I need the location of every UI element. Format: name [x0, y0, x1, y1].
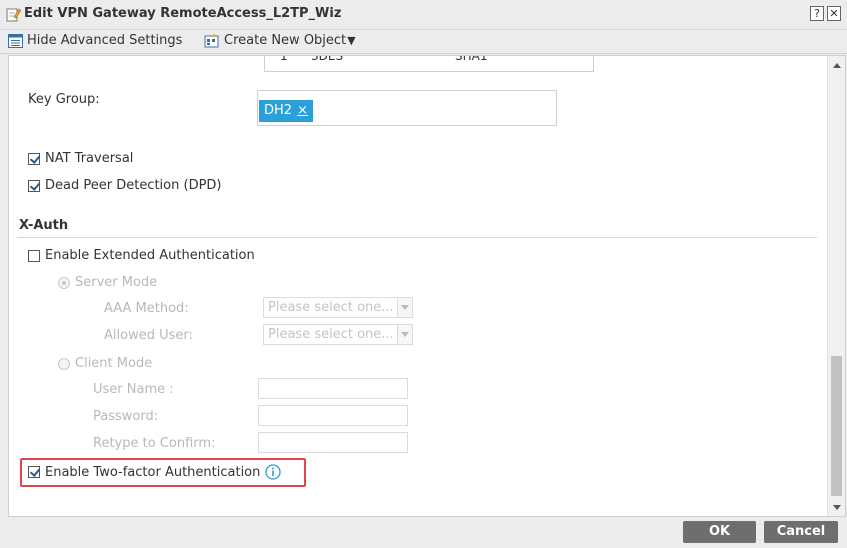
section-divider	[17, 237, 817, 238]
client-mode-radio[interactable]	[58, 357, 70, 370]
aaa-method-placeholder: Please select one...	[268, 300, 394, 315]
enable-ext-auth-row: Enable Extended Authentication	[28, 248, 255, 263]
nat-traversal-checkbox[interactable]	[28, 152, 40, 165]
allowed-user-placeholder: Please select one...	[268, 327, 394, 342]
help-button[interactable]: ?	[810, 6, 824, 21]
allowed-user-label: Allowed User:	[104, 328, 193, 343]
toolbar: Hide Advanced Settings Create New Object…	[0, 30, 847, 54]
password-label: Password:	[93, 409, 159, 424]
cancel-button[interactable]: Cancel	[764, 521, 838, 543]
chevron-down-icon	[397, 325, 412, 344]
key-group-tag[interactable]: DH2 ×	[259, 100, 313, 122]
user-name-label: User Name :	[93, 382, 174, 397]
ok-button[interactable]: OK	[683, 521, 756, 543]
nat-traversal-row: NAT Traversal	[28, 151, 133, 166]
window-titlebar: Edit VPN Gateway RemoteAccess_L2TP_Wiz ?…	[0, 0, 847, 30]
scroll-down-icon[interactable]	[828, 498, 845, 516]
chevron-down-icon	[397, 298, 412, 317]
create-new-object-menu[interactable]: Create New Object ▼	[204, 33, 356, 48]
retype-confirm-input[interactable]	[258, 432, 408, 453]
two-factor-checkbox[interactable]	[28, 466, 40, 478]
window-title: Edit VPN Gateway RemoteAccess_L2TP_Wiz	[24, 6, 342, 21]
enable-ext-auth-label: Enable Extended Authentication	[45, 248, 255, 263]
enable-ext-auth-checkbox[interactable]	[28, 249, 40, 262]
vertical-scrollbar[interactable]	[827, 56, 845, 516]
dpd-checkbox[interactable]	[28, 179, 40, 192]
info-icon[interactable]	[265, 464, 282, 480]
client-mode-label: Client Mode	[75, 356, 153, 371]
settings-panel: 1 3DES SHA1 Key Group: DH2 × NAT Traversa…	[8, 55, 846, 517]
two-factor-row: Enable Two-factor Authentication	[28, 464, 282, 480]
key-group-tag-label: DH2	[264, 103, 293, 118]
proposal-authentication: SHA1	[455, 55, 488, 63]
aaa-method-select[interactable]: Please select one...	[263, 297, 413, 318]
dpd-label: Dead Peer Detection (DPD)	[45, 178, 222, 193]
user-name-input[interactable]	[258, 378, 408, 399]
hide-advanced-settings-button[interactable]: Hide Advanced Settings	[8, 33, 182, 48]
server-mode-radio[interactable]	[58, 276, 70, 289]
password-input[interactable]	[258, 405, 408, 426]
edit-icon	[6, 8, 21, 22]
retype-confirm-label: Retype to Confirm:	[93, 436, 216, 451]
server-mode-label: Server Mode	[75, 275, 158, 290]
scroll-up-icon[interactable]	[828, 56, 845, 74]
proposal-index: 1	[280, 55, 288, 63]
key-group-label: Key Group:	[28, 92, 100, 107]
close-button[interactable]: ✕	[827, 6, 841, 21]
proposal-encryption: 3DES	[311, 55, 344, 63]
aaa-method-label: AAA Method:	[104, 301, 189, 316]
dpd-row: Dead Peer Detection (DPD)	[28, 178, 222, 193]
create-new-object-label: Create New Object	[224, 33, 347, 48]
xauth-section-title: X-Auth	[19, 218, 69, 233]
two-factor-label: Enable Two-factor Authentication	[45, 464, 261, 480]
tag-remove-icon[interactable]: ×	[297, 103, 308, 118]
client-mode-row: Client Mode	[58, 356, 152, 371]
allowed-user-select[interactable]: Please select one...	[263, 324, 413, 345]
nat-traversal-label: NAT Traversal	[45, 151, 134, 166]
dropdown-arrow-icon: ▼	[347, 34, 356, 47]
hide-advanced-settings-label: Hide Advanced Settings	[27, 33, 183, 48]
proposal-table: 1 3DES SHA1	[264, 55, 594, 72]
new-object-icon	[204, 33, 219, 48]
server-mode-row: Server Mode	[58, 275, 157, 290]
list-icon	[8, 33, 23, 48]
key-group-field[interactable]: DH2 ×	[257, 90, 557, 126]
scrollbar-thumb[interactable]	[831, 356, 842, 496]
